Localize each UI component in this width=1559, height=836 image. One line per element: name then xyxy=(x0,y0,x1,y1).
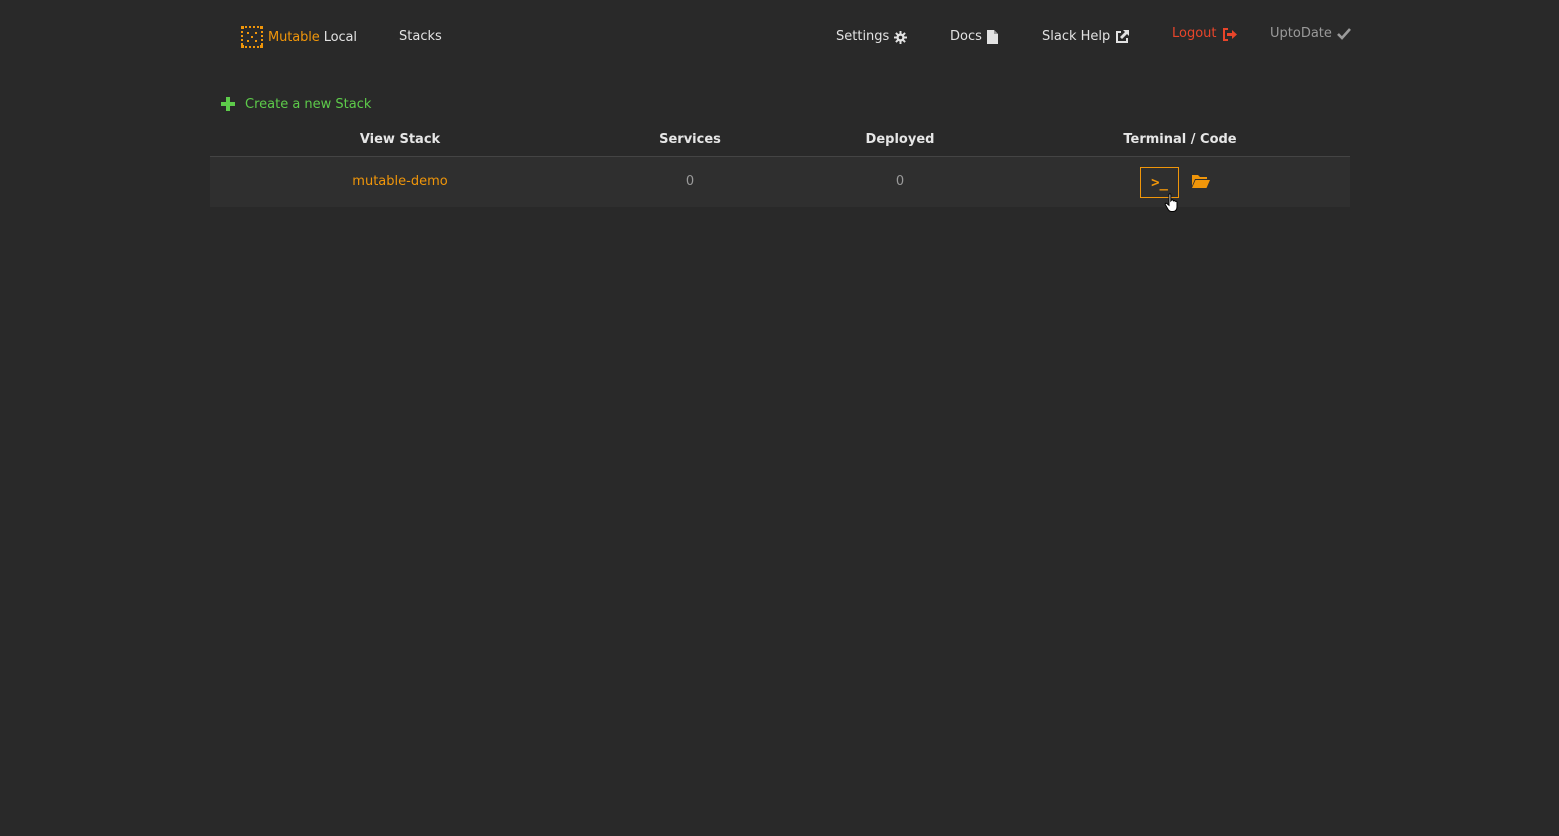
logout-link[interactable]: Logout xyxy=(1172,25,1237,43)
column-header-services: Services xyxy=(659,132,721,147)
brand-name-accent: Mutable xyxy=(268,29,320,45)
update-status-label: UptoDate xyxy=(1270,26,1332,41)
file-icon xyxy=(986,30,998,44)
check-icon xyxy=(1336,28,1351,40)
sign-out-icon xyxy=(1222,27,1237,41)
plus-icon xyxy=(221,97,235,111)
table-row: mutable-demo 0 0 >_ xyxy=(210,157,1350,207)
gear-icon xyxy=(894,30,908,44)
nav-settings-link[interactable]: Settings xyxy=(836,28,908,46)
stacks-table: View Stack Services Deployed Terminal / … xyxy=(210,126,1350,207)
brand-name: Mutable Local xyxy=(268,30,357,45)
nav-stacks-link[interactable]: Stacks xyxy=(399,28,442,46)
top-navbar: Mutable Local Stacks Settings Docs Slack… xyxy=(0,0,1559,72)
deployed-count: 0 xyxy=(895,174,905,189)
column-header-view-stack: View Stack xyxy=(359,132,441,147)
folder-open-icon xyxy=(1192,175,1210,188)
create-stack-label: Create a new Stack xyxy=(245,96,372,112)
external-link-icon xyxy=(1115,30,1130,44)
nav-settings-label: Settings xyxy=(836,29,890,44)
logout-label: Logout xyxy=(1172,26,1217,41)
column-header-terminal-code: Terminal / Code xyxy=(1123,132,1237,147)
nav-docs-link[interactable]: Docs xyxy=(950,28,998,46)
terminal-button[interactable]: >_ xyxy=(1140,167,1179,198)
terminal-icon: >_ xyxy=(1151,174,1168,191)
table-header: View Stack Services Deployed Terminal / … xyxy=(210,126,1350,157)
nav-slack-help-link[interactable]: Slack Help xyxy=(1042,28,1130,46)
update-status: UptoDate xyxy=(1270,25,1351,43)
nav-stacks-label: Stacks xyxy=(399,29,442,44)
brand-name-rest: Local xyxy=(323,29,357,45)
nav-slack-label: Slack Help xyxy=(1042,29,1111,44)
open-code-button[interactable] xyxy=(1192,174,1212,190)
brand-link[interactable]: Mutable Local xyxy=(241,25,357,49)
create-stack-link[interactable]: Create a new Stack xyxy=(221,95,371,113)
mutable-logo-icon xyxy=(241,26,263,48)
services-count: 0 xyxy=(685,174,695,189)
column-header-deployed: Deployed xyxy=(865,132,935,147)
nav-docs-label: Docs xyxy=(950,29,982,44)
stack-name-link[interactable]: mutable-demo xyxy=(352,174,447,189)
